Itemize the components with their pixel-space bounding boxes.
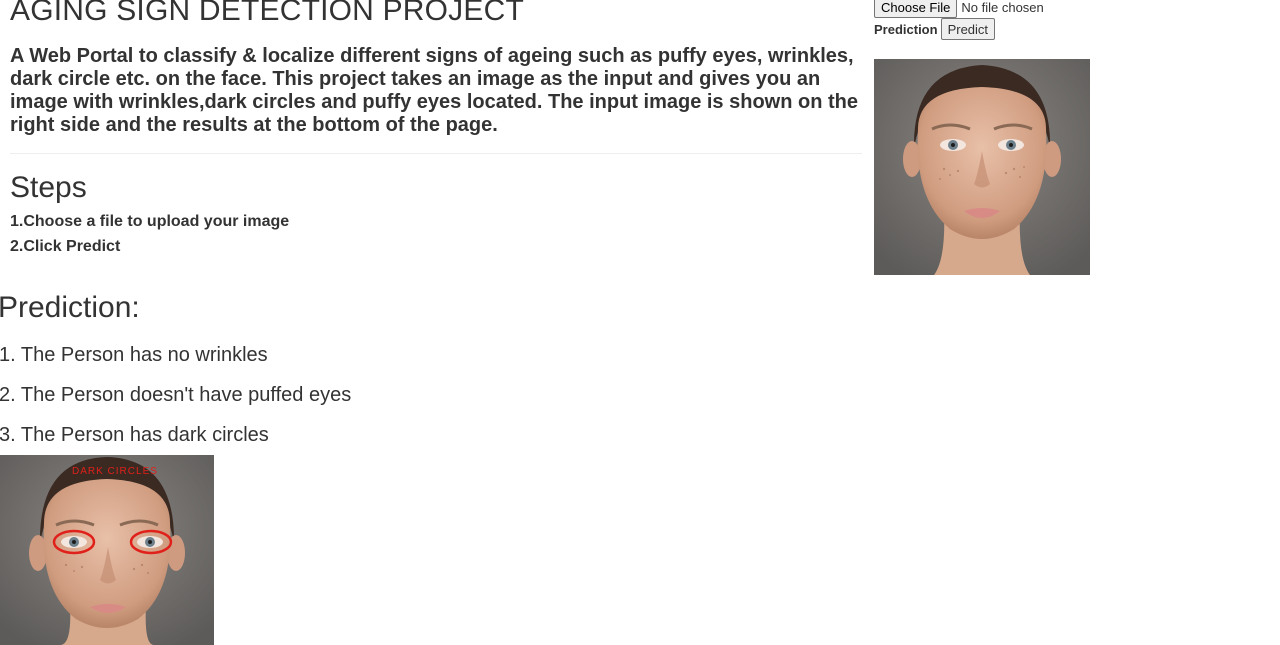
file-status-text: No file chosen: [961, 0, 1044, 15]
step-item-click-predict: 2.Click Predict: [10, 238, 121, 255]
prediction-result-wrinkles: 1. The Person has no wrinkles: [0, 344, 268, 366]
section-divider: [10, 153, 862, 154]
predict-form-row: Prediction Predict: [874, 18, 996, 40]
prediction-label: Prediction: [874, 21, 938, 37]
steps-heading: Steps: [10, 171, 87, 204]
dark-circles-annotation-label: DARK CIRCLES: [72, 466, 158, 477]
choose-file-button[interactable]: Choose File: [874, 0, 958, 18]
step-item-choose-file: 1.Choose a file to upload your image: [10, 213, 290, 230]
prediction-result-puffy-eyes: 2. The Person doesn't have puffed eyes: [0, 384, 352, 406]
prediction-heading: Prediction:: [0, 291, 140, 324]
input-face-image: [874, 59, 1090, 275]
project-description: A Web Portal to classify & localize diff…: [10, 45, 858, 136]
predict-button[interactable]: Predict: [940, 18, 996, 40]
prediction-result-dark-circles: 3. The Person has dark circles: [0, 424, 269, 446]
face-photo-graphic: [874, 59, 1090, 275]
page-title: AGING SIGN DETECTION PROJECT: [10, 0, 524, 27]
output-annotated-face-image: DARK CIRCLES: [0, 455, 214, 645]
annotated-face-graphic: DARK CIRCLES: [0, 455, 214, 645]
file-upload-control[interactable]: Choose File No file chosen: [874, 0, 1044, 18]
